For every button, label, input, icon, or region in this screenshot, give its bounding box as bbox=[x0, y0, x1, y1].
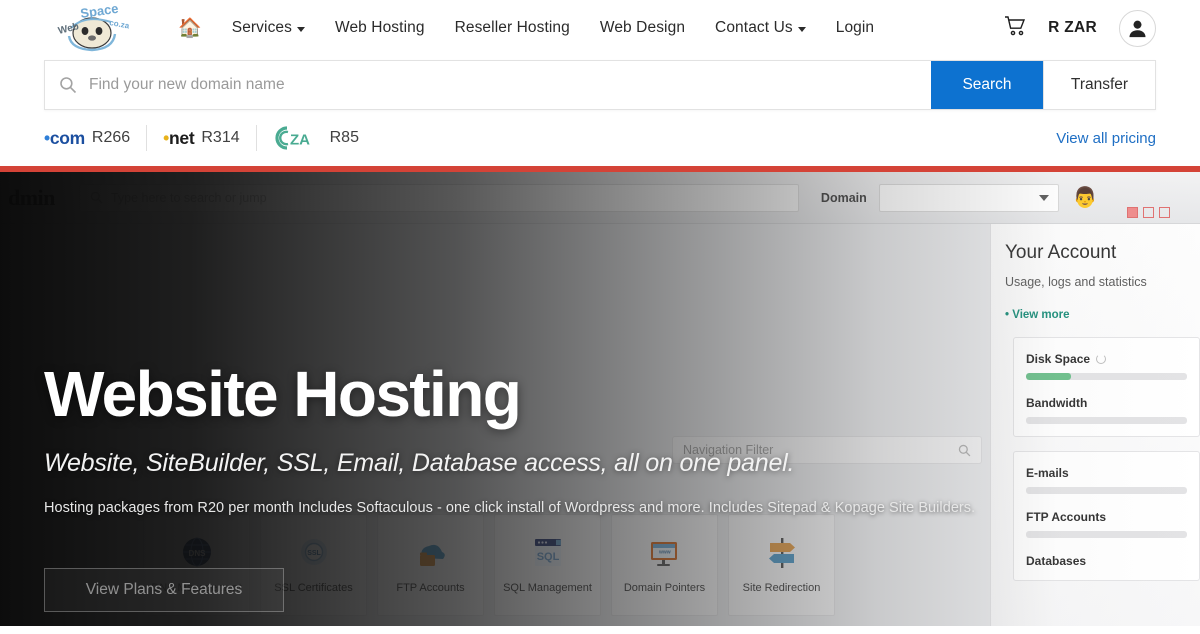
tld-price: R266 bbox=[91, 129, 131, 146]
top-navigation-bar: Web Space co.za 🏠 Services Web Hosting R… bbox=[0, 0, 1200, 56]
view-plans-button[interactable]: View Plans & Features bbox=[44, 568, 284, 613]
search-icon bbox=[60, 77, 77, 94]
svg-text:co.za: co.za bbox=[109, 18, 129, 30]
domain-search-input-area bbox=[45, 61, 931, 109]
site-logo[interactable]: Web Space co.za bbox=[44, 2, 140, 54]
tld-price: R85 bbox=[329, 129, 359, 146]
nav-item-web-hosting[interactable]: Web Hosting bbox=[335, 19, 425, 37]
hero-title: Website Hosting bbox=[44, 358, 522, 430]
hero-accent-bar bbox=[0, 166, 1200, 172]
nav-label: Login bbox=[835, 19, 875, 36]
page-root: Web Space co.za 🏠 Services Web Hosting R… bbox=[0, 0, 1200, 634]
view-all-pricing-link[interactable]: View all pricing bbox=[1056, 130, 1156, 147]
net-logo: •net bbox=[163, 127, 195, 148]
currency-selector[interactable]: R ZAR bbox=[1048, 19, 1097, 37]
chevron-down-icon bbox=[797, 26, 806, 32]
hero-content: Website Hosting Website, SiteBuilder, SS… bbox=[44, 358, 1104, 613]
tld-price: R314 bbox=[201, 129, 240, 146]
tld-coza[interactable]: ZA R85 bbox=[255, 125, 375, 151]
nav-label: Contact Us bbox=[715, 19, 793, 36]
coza-logo-icon: ZA bbox=[275, 126, 310, 150]
nav-item-login[interactable]: Login bbox=[836, 19, 874, 37]
primary-menu: 🏠 Services Web Hosting Reseller Hosting … bbox=[178, 19, 874, 38]
com-logo: •com bbox=[44, 127, 85, 148]
hero-subtitle: Website, SiteBuilder, SSL, Email, Databa… bbox=[44, 449, 795, 478]
nav-item-home[interactable]: 🏠 bbox=[178, 19, 202, 38]
transfer-button[interactable]: Transfer bbox=[1043, 61, 1155, 109]
nav-item-contact-us[interactable]: Contact Us bbox=[715, 19, 806, 37]
nav-label: Web Hosting bbox=[335, 19, 425, 36]
svg-text:ZA: ZA bbox=[290, 132, 310, 149]
domain-search-input[interactable] bbox=[89, 61, 931, 109]
domain-search-bar: Search Transfer bbox=[44, 60, 1156, 110]
logo-icon: Web Space co.za bbox=[57, 4, 129, 52]
tld-net[interactable]: •net R314 bbox=[146, 125, 255, 151]
nav-item-web-design[interactable]: Web Design bbox=[600, 19, 685, 37]
nav-label: Reseller Hosting bbox=[454, 19, 570, 36]
home-icon: 🏠 bbox=[178, 17, 202, 39]
shopping-cart-icon[interactable] bbox=[1004, 15, 1026, 41]
nav-utility-group: R ZAR bbox=[1004, 9, 1156, 47]
hero-description: Hosting packages from R20 per month Incl… bbox=[44, 500, 976, 517]
nav-label: Web Design bbox=[599, 19, 686, 36]
nav-item-reseller-hosting[interactable]: Reseller Hosting bbox=[455, 19, 570, 37]
account-avatar[interactable] bbox=[1119, 9, 1156, 47]
user-avatar-icon bbox=[1129, 20, 1146, 37]
hero-banner: dmin Type here to search or jump Domain … bbox=[0, 166, 1200, 626]
search-button[interactable]: Search bbox=[931, 61, 1043, 109]
tld-pricing-row: •com R266 •net R314 ZA R85 View all pric… bbox=[44, 110, 1156, 166]
nav-item-services[interactable]: Services bbox=[232, 19, 305, 37]
tld-com[interactable]: •com R266 bbox=[44, 125, 146, 151]
chevron-down-icon bbox=[297, 26, 305, 32]
nav-label: Services bbox=[231, 19, 292, 36]
